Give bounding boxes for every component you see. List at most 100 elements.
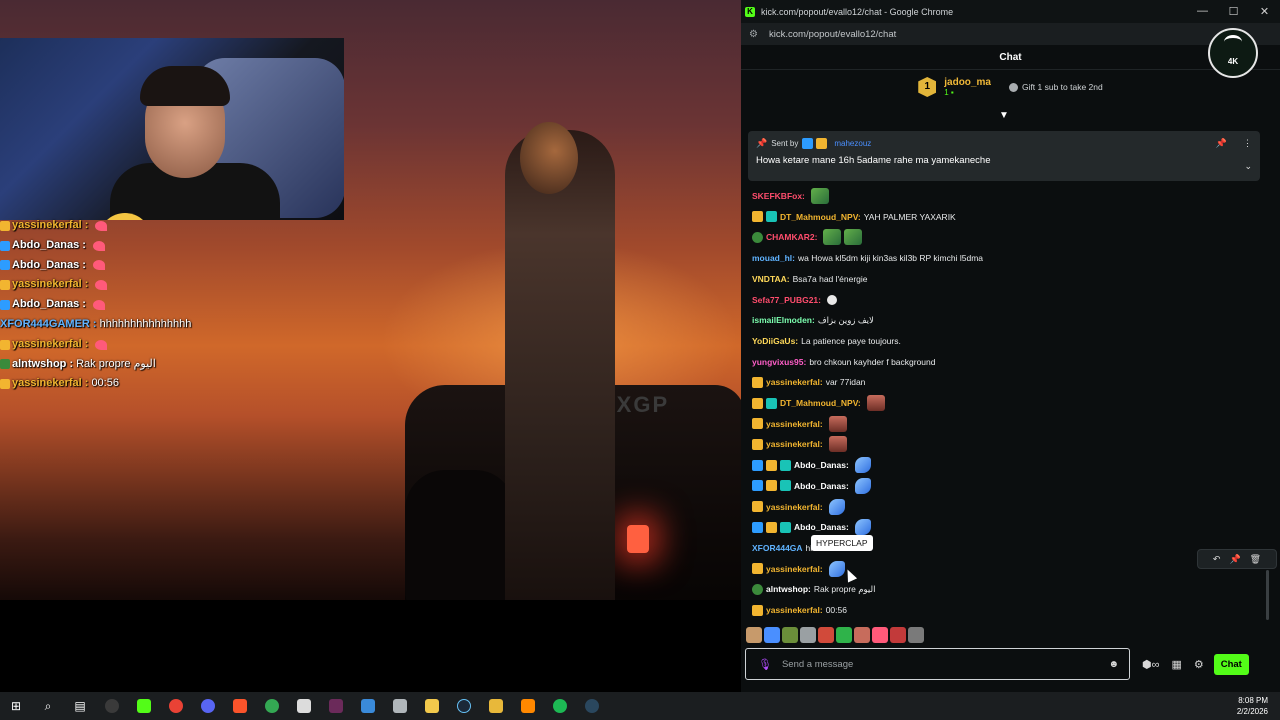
minimize-button[interactable]: — xyxy=(1187,5,1218,18)
message-input[interactable] xyxy=(781,658,1109,670)
store-icon[interactable]: ▦ xyxy=(1171,658,1181,671)
vlc-icon[interactable] xyxy=(512,692,544,720)
gift-prompt[interactable]: Gift 1 sub to take 2nd xyxy=(1008,82,1103,93)
chat-message[interactable]: mouad_hl: wa Howa kl5dm kiji kin3as kil3b… xyxy=(752,249,983,267)
chat-username[interactable]: yassinekerfal: xyxy=(766,419,823,429)
chat-username[interactable]: yassinekerfal: xyxy=(766,564,823,574)
folder-icon[interactable] xyxy=(480,692,512,720)
search-icon[interactable]: ⌕ xyxy=(32,692,64,720)
emoji-picker-icon[interactable]: ☻ xyxy=(1108,659,1119,670)
emote-icon[interactable] xyxy=(828,436,847,453)
pin-message-icon[interactable]: 📌 xyxy=(1229,554,1240,565)
chat-username[interactable]: mouad_hl: xyxy=(752,253,795,263)
chat-message[interactable]: Sefa77_PUBG21: xyxy=(752,291,837,309)
chat-message[interactable]: SKEFKBFox: xyxy=(752,187,829,205)
emote-icon[interactable] xyxy=(854,477,871,494)
chat-username[interactable]: yassinekerfal: xyxy=(766,605,823,615)
emote-icon[interactable] xyxy=(854,627,870,643)
chat-message[interactable]: Abdo_Danas: xyxy=(752,456,871,474)
chat-messages[interactable]: 📌 Sent by mahezouz Howa ketare mane 16h … xyxy=(741,125,1280,625)
display-icon[interactable] xyxy=(352,692,384,720)
chat-message[interactable]: yassinekerfal: xyxy=(752,415,847,433)
steam-alt-icon[interactable] xyxy=(576,692,608,720)
steam-icon[interactable] xyxy=(448,692,480,720)
delete-icon[interactable]: 🗑 xyxy=(1250,554,1261,565)
chat-message[interactable]: ismailElmoden: لايف زوين بزاف xyxy=(752,311,874,329)
chat-username[interactable]: alntwshop: xyxy=(766,584,811,594)
chat-username[interactable]: Abdo_Danas: xyxy=(794,460,849,470)
emote-icon[interactable] xyxy=(782,627,798,643)
leader-name[interactable]: jadoo_ma xyxy=(944,77,991,88)
chat-message[interactable]: yassinekerfal: var 77idan xyxy=(752,373,865,391)
app-icon[interactable] xyxy=(384,692,416,720)
chat-username[interactable]: Abdo_Danas: xyxy=(794,481,849,491)
system-clock[interactable]: 8:08 PM 2/2/2026 xyxy=(1237,695,1268,717)
chat-message[interactable]: Abdo_Danas: xyxy=(752,518,871,536)
more-options-icon[interactable]: ⋮ xyxy=(1243,138,1252,149)
emote-icon[interactable] xyxy=(828,415,847,432)
chat-username[interactable]: yassinekerfal: xyxy=(766,439,823,449)
chat-username[interactable]: yungvixus95: xyxy=(752,357,806,367)
chat-username[interactable]: DT_Mahmoud_NPV: xyxy=(780,398,861,408)
emote-icon[interactable] xyxy=(836,627,852,643)
brave-icon[interactable] xyxy=(224,692,256,720)
emote-icon[interactable] xyxy=(818,627,834,643)
emote-icon[interactable] xyxy=(764,627,780,643)
chat-username[interactable]: yassinekerfal: xyxy=(766,502,823,512)
kick-app-icon[interactable] xyxy=(128,692,160,720)
emote-icon[interactable] xyxy=(844,229,863,246)
unpin-icon[interactable]: 📌 xyxy=(1216,138,1227,149)
chat-username[interactable]: SKEFKBFox: xyxy=(752,191,805,201)
task-view-icon[interactable]: ▤ xyxy=(64,692,96,720)
emote-icon[interactable] xyxy=(810,188,829,204)
chrome-profile-icon[interactable] xyxy=(256,692,288,720)
url-text[interactable]: kick.com/popout/evallo12/chat xyxy=(769,29,896,40)
chat-message[interactable]: VNDTAA: Bsa7a had l'énergie xyxy=(752,270,868,288)
settings-gear-icon[interactable]: ⚙ xyxy=(1194,658,1204,671)
pinned-sender[interactable]: mahezouz xyxy=(834,139,871,148)
emote-icon[interactable] xyxy=(866,395,885,411)
reply-icon[interactable]: ↶ xyxy=(1213,554,1221,565)
controller-icon[interactable] xyxy=(288,692,320,720)
file-explorer-icon[interactable] xyxy=(416,692,448,720)
chat-message[interactable]: CHAMKAR2: xyxy=(752,228,863,246)
gift-leaderboard[interactable]: 1 jadoo_ma 1 ▪ Gift 1 sub to take 2nd xyxy=(741,70,1280,104)
chat-username[interactable]: CHAMKAR2: xyxy=(766,232,817,242)
emote-icon[interactable] xyxy=(908,627,924,643)
emote-icon[interactable] xyxy=(823,229,842,246)
message-input-box[interactable]: 🎙 ☻ xyxy=(745,648,1130,680)
close-button[interactable]: ✕ xyxy=(1249,5,1280,18)
expand-chevron-icon[interactable]: ⌄ xyxy=(1244,161,1252,172)
chat-username[interactable]: YoDiiGaUs: xyxy=(752,336,798,346)
send-chat-button[interactable]: Chat xyxy=(1213,653,1249,675)
chat-username[interactable]: yassinekerfal: xyxy=(766,377,823,387)
spotify-icon[interactable] xyxy=(544,692,576,720)
maximize-button[interactable]: ☐ xyxy=(1218,5,1249,18)
emote-icon[interactable] xyxy=(800,627,816,643)
chat-message[interactable]: yassinekerfal: 00:56 xyxy=(752,601,847,619)
emote-icon[interactable] xyxy=(854,457,871,474)
emote-icon[interactable] xyxy=(828,498,845,515)
site-settings-icon[interactable]: ⚙ xyxy=(749,29,761,40)
obs-icon[interactable] xyxy=(96,692,128,720)
discord-icon[interactable] xyxy=(192,692,224,720)
chat-message[interactable]: yassinekerfal: xyxy=(752,435,847,453)
chat-message[interactable]: yungvixus95: bro chkoun kayhder f backgro… xyxy=(752,353,936,371)
chat-scrollbar[interactable] xyxy=(1266,570,1269,620)
chat-message[interactable]: alntwshop: Rak propre اليوم xyxy=(752,580,875,598)
chat-message[interactable]: DT_Mahmoud_NPV: xyxy=(752,394,885,412)
chat-message[interactable]: yassinekerfal: xyxy=(752,498,845,516)
chat-username[interactable]: VNDTAA: xyxy=(752,274,790,284)
emote-icon[interactable] xyxy=(854,519,871,536)
chat-username[interactable]: Abdo_Danas: xyxy=(794,522,849,532)
pinned-message[interactable]: 📌 Sent by mahezouz Howa ketare mane 16h … xyxy=(748,131,1260,181)
chat-message[interactable]: DT_Mahmoud_NPV: YAH PALMER YAXARIK xyxy=(752,208,956,226)
address-bar[interactable]: ⚙ kick.com/popout/evallo12/chat xyxy=(741,23,1280,45)
chat-message[interactable]: YoDiiGaUs: La patience paye toujours. xyxy=(752,332,901,350)
kick-studio-icon[interactable] xyxy=(320,692,352,720)
emote-icon[interactable] xyxy=(746,627,762,643)
chat-username[interactable]: Sefa77_PUBG21: xyxy=(752,295,821,305)
emote-icon[interactable] xyxy=(872,627,888,643)
chrome-icon[interactable] xyxy=(160,692,192,720)
start-button-icon[interactable]: ⊞ xyxy=(0,692,32,720)
